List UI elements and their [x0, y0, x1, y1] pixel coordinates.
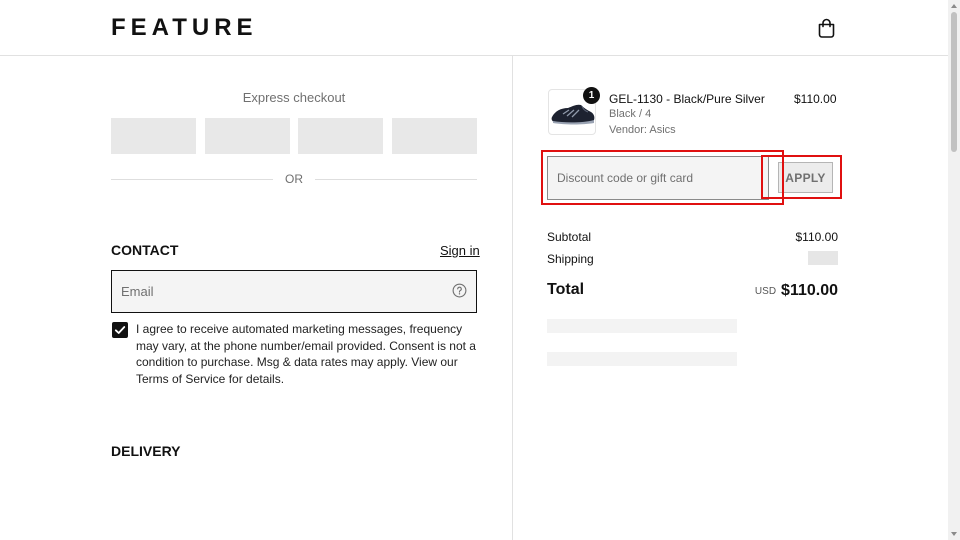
scrollbar-thumb[interactable]: [951, 12, 957, 152]
shipping-value-placeholder: [808, 251, 838, 265]
express-pay-button-4[interactable]: [392, 118, 477, 154]
express-pay-button-3[interactable]: [298, 118, 383, 154]
product-vendor: Vendor: Asics: [609, 124, 676, 136]
product-name: GEL-1130 - Black/Pure Silver: [609, 92, 765, 106]
total-currency: USD: [754, 286, 777, 297]
total-label: Total: [547, 281, 585, 298]
checkmark-icon: [114, 326, 126, 334]
express-pay-button-2[interactable]: [205, 118, 290, 154]
shipping-label: Shipping: [547, 252, 594, 266]
shopping-bag-icon[interactable]: [817, 18, 836, 38]
loading-placeholder-2: [547, 352, 737, 366]
sign-in-link[interactable]: Sign in: [440, 243, 480, 258]
email-input[interactable]: [112, 271, 442, 312]
contact-heading: CONTACT: [111, 242, 179, 258]
subtotal-value: $110.00: [795, 230, 839, 244]
express-pay-button-1[interactable]: [111, 118, 196, 154]
apply-discount-button[interactable]: APPLY: [778, 162, 833, 193]
site-header: FEATURE: [0, 0, 948, 56]
scroll-up-icon[interactable]: [950, 2, 958, 10]
product-price: $110.00: [794, 92, 837, 106]
or-divider: OR: [111, 172, 477, 186]
total-value: $110.00: [781, 282, 838, 299]
discount-code-input[interactable]: [548, 157, 768, 199]
delivery-heading: DELIVERY: [111, 443, 181, 459]
order-summary: 1 GEL-1130 - Black/Pure Silver Black / 4…: [512, 56, 948, 540]
brand-logo[interactable]: FEATURE: [111, 14, 258, 42]
divider-line-right: [315, 179, 477, 180]
subtotal-label: Subtotal: [547, 230, 592, 244]
loading-placeholder-1: [547, 319, 737, 333]
discount-field: [547, 156, 769, 200]
total-amount: USD $110.00: [755, 282, 838, 300]
email-field: [111, 270, 477, 313]
express-checkout-title: Express checkout: [242, 90, 346, 105]
question-circle-icon[interactable]: [452, 283, 467, 298]
page-scrollbar[interactable]: [948, 0, 960, 540]
marketing-consent-label: I agree to receive automated marketing m…: [136, 322, 476, 386]
marketing-consent-checkbox[interactable]: [112, 322, 128, 338]
product-variant: Black / 4: [609, 108, 652, 120]
checkout-main: Express checkout OR CONTACT Sign in I ag…: [0, 56, 512, 540]
scroll-down-icon[interactable]: [950, 530, 958, 538]
quantity-badge: 1: [583, 87, 600, 104]
